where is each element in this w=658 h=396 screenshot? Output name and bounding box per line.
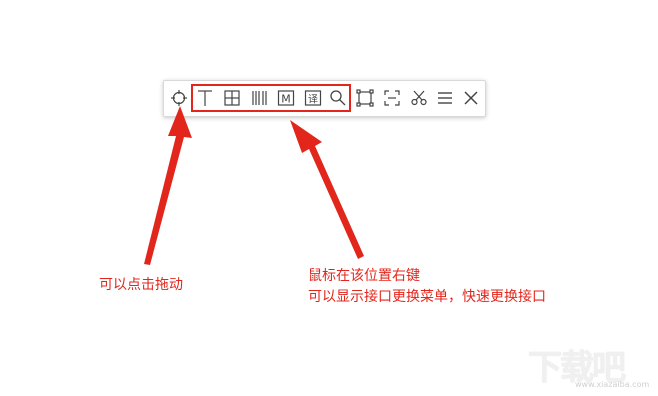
switch-annotation-line1: 鼠标在该位置右键 bbox=[308, 268, 420, 284]
annotation-arrows bbox=[144, 106, 364, 265]
switch-annotation-line2: 可以显示接口更换菜单，快速更换接口 bbox=[308, 289, 546, 305]
drag-arrow bbox=[144, 106, 192, 265]
drag-annotation: 可以点击拖动 bbox=[99, 277, 183, 293]
watermark-url: www.xiazaiba.com bbox=[575, 380, 650, 389]
switch-arrow bbox=[290, 120, 364, 259]
